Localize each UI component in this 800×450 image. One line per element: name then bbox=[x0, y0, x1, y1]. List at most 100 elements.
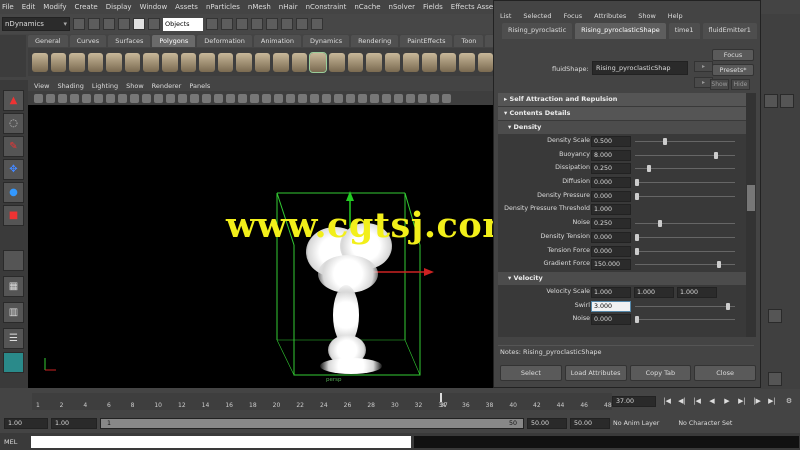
resolution-gate-icon[interactable] bbox=[106, 93, 115, 103]
lasso-tool-icon[interactable]: ◌ bbox=[3, 113, 24, 134]
poly-pipe-icon[interactable] bbox=[180, 52, 197, 72]
bridge-icon[interactable] bbox=[458, 52, 475, 72]
camera-attributes-icon[interactable] bbox=[46, 93, 55, 103]
shelf-tab-polygons[interactable]: Polygons bbox=[152, 35, 196, 47]
panel-menu-lighting[interactable]: Lighting bbox=[92, 82, 118, 90]
select-camera-icon[interactable] bbox=[34, 93, 43, 103]
presets-button[interactable]: Presets* bbox=[712, 64, 754, 76]
diffusion-slider[interactable] bbox=[635, 179, 639, 187]
snap-point-icon[interactable] bbox=[236, 18, 248, 30]
bevel-icon[interactable] bbox=[477, 52, 494, 72]
playback-start-field[interactable]: 1.00 bbox=[51, 417, 97, 429]
density-scale-slider[interactable] bbox=[663, 138, 667, 145]
poly-platonic-icon[interactable] bbox=[236, 52, 252, 72]
mel-label[interactable]: MEL bbox=[4, 438, 28, 446]
single-pane-layout-icon[interactable] bbox=[3, 250, 24, 271]
menu-fields[interactable]: Fields bbox=[423, 3, 443, 11]
copy-tab-button[interactable]: Copy Tab bbox=[629, 365, 692, 381]
bookmarks-icon[interactable] bbox=[58, 93, 67, 103]
two-sided-lighting-icon[interactable] bbox=[310, 93, 319, 103]
ipr-render-icon[interactable] bbox=[296, 18, 308, 30]
shelf-tab-painteffects[interactable]: PaintEffects bbox=[400, 35, 453, 47]
depth-of-field-icon[interactable] bbox=[358, 93, 367, 103]
node-name-field[interactable]: Rising_pyroclasticShap bbox=[592, 61, 688, 75]
layer-new-icon[interactable] bbox=[768, 309, 782, 323]
playback-options-icon[interactable]: ⚙ bbox=[784, 396, 794, 406]
shelf-tab-animation[interactable]: Animation bbox=[253, 35, 302, 47]
play-backward-icon[interactable]: ◀ bbox=[707, 396, 717, 406]
xray-icon[interactable] bbox=[250, 93, 259, 103]
shelf-tab-toon[interactable]: Toon bbox=[454, 35, 484, 47]
rotate-tool-icon[interactable]: ● bbox=[3, 182, 24, 203]
film-origin-icon[interactable] bbox=[394, 93, 403, 103]
wireframe-icon[interactable] bbox=[166, 93, 175, 103]
character-set-selector[interactable]: No Character Set bbox=[678, 420, 732, 427]
step-forward-frame-icon[interactable]: ▶| bbox=[737, 396, 747, 406]
channel-box-icon[interactable] bbox=[764, 94, 778, 108]
move-tool-icon[interactable]: ✥ bbox=[3, 159, 24, 180]
shelf-tab-dynamics[interactable]: Dynamics bbox=[303, 35, 350, 47]
shelf-tab-rendering[interactable]: Rendering bbox=[351, 35, 399, 47]
snap-plane-icon[interactable] bbox=[251, 18, 263, 30]
density-tension-slider[interactable] bbox=[635, 233, 639, 241]
perspective-viewport[interactable]: www.cgtsj.com persp bbox=[28, 105, 493, 388]
poly-sphere-icon[interactable] bbox=[32, 52, 48, 72]
menu-create[interactable]: Create bbox=[74, 3, 97, 11]
poly-helix-icon[interactable] bbox=[199, 52, 215, 72]
step-back-key-icon[interactable]: ◀| bbox=[677, 396, 687, 406]
playback-end-field[interactable]: 50.00 bbox=[527, 417, 567, 429]
ambient-occlusion-icon[interactable] bbox=[322, 93, 331, 103]
time-slider-track[interactable]: 1 2 4 6 8 10 12 14 16 18 20 22 24 26 28 30 32 34 36 38 40 42 4… bbox=[32, 393, 612, 410]
gradient-force-field[interactable]: 150.000 bbox=[591, 259, 631, 271]
velocity-scale-z-field[interactable]: 1.000 bbox=[677, 286, 717, 298]
paint-select-icon[interactable]: ✎ bbox=[3, 136, 24, 157]
layer-options-icon[interactable] bbox=[768, 372, 782, 386]
viewport-settings-icon[interactable] bbox=[442, 93, 451, 103]
anim-layer-selector[interactable]: No Anim Layer bbox=[613, 420, 659, 427]
save-scene-icon[interactable] bbox=[103, 18, 115, 30]
layer-editor-icon[interactable] bbox=[780, 94, 794, 108]
shelf-tab-deformation[interactable]: Deformation bbox=[197, 35, 252, 47]
display-hud-icon[interactable] bbox=[382, 93, 391, 103]
density-pressure-slider[interactable] bbox=[635, 192, 639, 200]
use-all-lights-icon[interactable] bbox=[214, 93, 223, 103]
motion-blur-icon[interactable] bbox=[334, 93, 343, 103]
diffusion-field[interactable]: 0.000 bbox=[591, 177, 631, 189]
attribute-scroll-area[interactable]: ▸ Self Attraction and Repulsion ▾ Conten… bbox=[498, 93, 746, 337]
menu-file[interactable]: File bbox=[2, 3, 14, 11]
close-button[interactable]: Close bbox=[694, 365, 756, 381]
step-back-frame-icon[interactable]: |◀ bbox=[692, 396, 702, 406]
ae-tab-rising-pyroclastic[interactable]: Rising_pyroclastic bbox=[502, 23, 573, 39]
ae-tab-rising-pyroclasticshape[interactable]: Rising_pyroclasticShape bbox=[575, 23, 666, 39]
smooth-shade-icon[interactable] bbox=[178, 93, 187, 103]
snap-grid-icon[interactable] bbox=[206, 18, 218, 30]
menu-nhair[interactable]: nHair bbox=[279, 3, 298, 11]
panel-menu-show[interactable]: Show bbox=[126, 82, 144, 90]
isolate-select-icon[interactable] bbox=[274, 93, 283, 103]
average-vertices-icon[interactable] bbox=[347, 52, 364, 72]
hypershade-layout-icon[interactable] bbox=[3, 352, 24, 373]
density-scale-field[interactable]: 0.500 bbox=[591, 136, 631, 147]
separate-icon[interactable] bbox=[273, 52, 289, 72]
swirl-field[interactable]: 3.000 bbox=[591, 300, 631, 312]
menu-nsolver[interactable]: nSolver bbox=[389, 3, 415, 11]
go-to-start-icon[interactable]: |◀ bbox=[662, 396, 672, 406]
render-frame-icon[interactable] bbox=[281, 18, 293, 30]
grid-icon[interactable] bbox=[82, 93, 91, 103]
velocity-scale-y-field[interactable]: 1.000 bbox=[634, 286, 674, 298]
select-hierarchy-icon[interactable] bbox=[118, 18, 130, 30]
vp2-settings-icon[interactable] bbox=[370, 93, 379, 103]
poly-pyramid-icon[interactable] bbox=[161, 52, 178, 72]
extrude-icon[interactable] bbox=[440, 52, 456, 72]
select-button[interactable]: Select bbox=[500, 365, 562, 381]
outliner-layout-icon[interactable]: ☰ bbox=[3, 328, 24, 349]
ae-tab-fluidemitter1[interactable]: fluidEmitter1 bbox=[702, 23, 757, 39]
new-scene-icon[interactable] bbox=[73, 18, 85, 30]
playblast-icon[interactable] bbox=[430, 93, 439, 103]
menu-assets[interactable]: Assets bbox=[175, 3, 198, 11]
dissipation-field[interactable]: 0.250 bbox=[591, 163, 631, 175]
velocity-scale-x-field[interactable]: 1.000 bbox=[591, 286, 631, 298]
poly-plane-icon[interactable] bbox=[106, 52, 122, 72]
shelf-tab-surfaces[interactable]: Surfaces bbox=[108, 35, 151, 47]
command-input[interactable] bbox=[31, 435, 411, 448]
